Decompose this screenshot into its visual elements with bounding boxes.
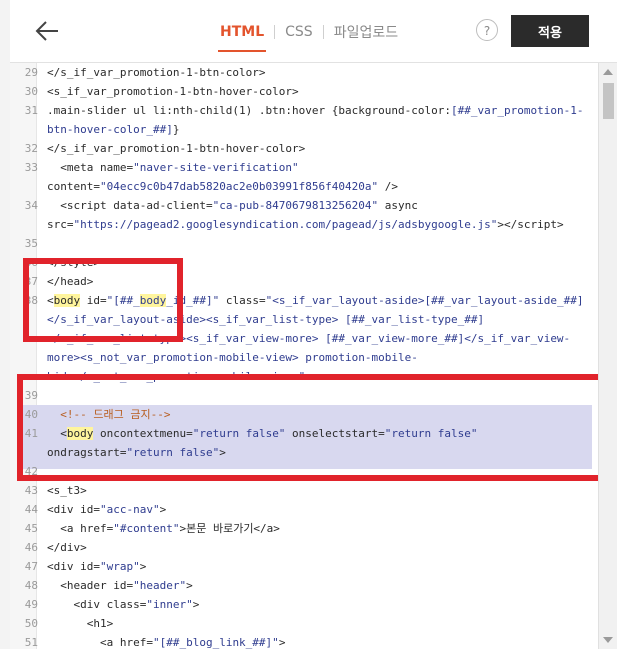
line-number: 33 bbox=[24, 161, 38, 174]
line-text: <s_if_var_promotion-1-btn-hover-color> bbox=[47, 85, 299, 98]
line-text: <meta name="naver-site-verification" bbox=[47, 161, 299, 174]
line-text: <header id="header"> bbox=[47, 579, 193, 592]
line-text: content="04ecc9c0b47dab5820ac2e0b03991f8… bbox=[47, 180, 399, 193]
line-text: src="https://pagead2.googlesyndication.c… bbox=[47, 218, 564, 231]
tab-css[interactable]: CSS bbox=[283, 24, 315, 40]
arrow-left-icon bbox=[35, 21, 58, 41]
line-number: 34 bbox=[24, 199, 38, 212]
line-text: <div id="acc-nav"> bbox=[47, 503, 167, 516]
back-button[interactable] bbox=[34, 18, 60, 44]
editor-header: HTML CSS 파일업로드 ? 적용 bbox=[10, 0, 617, 63]
line-number: 44 bbox=[24, 503, 38, 516]
editor-tabs: HTML CSS 파일업로드 bbox=[218, 20, 400, 52]
apply-button[interactable]: 적용 bbox=[511, 15, 589, 47]
line-number: 29 bbox=[24, 66, 38, 79]
line-number: 30 bbox=[24, 85, 38, 98]
line-number: 43 bbox=[24, 484, 38, 497]
tab-html[interactable]: HTML bbox=[218, 24, 267, 52]
scroll-down-icon[interactable] bbox=[603, 637, 613, 643]
line-text: <h1> bbox=[47, 617, 114, 630]
line-number: 50 bbox=[24, 617, 38, 630]
line-text: <s_t3> bbox=[47, 484, 87, 497]
line-text: <div id="wrap"> bbox=[47, 560, 147, 573]
line-text: </s_if_var_promotion-1-btn-hover-color> bbox=[47, 142, 306, 155]
line-number: 49 bbox=[24, 598, 38, 611]
line-text: <div class="inner"> bbox=[47, 598, 200, 611]
tab-divider bbox=[274, 25, 276, 39]
line-number: 46 bbox=[24, 541, 38, 554]
line-text: <a href="[##_blog_link_##]"> bbox=[47, 636, 286, 649]
line-text: btn-hover-color_##]} bbox=[47, 123, 180, 136]
scroll-thumb[interactable] bbox=[603, 83, 614, 119]
scroll-up-icon[interactable] bbox=[603, 69, 613, 75]
line-text: <script data-ad-client="ca-pub-847067981… bbox=[47, 199, 418, 212]
annotation-box-drag-block bbox=[17, 374, 610, 481]
line-number: 35 bbox=[24, 237, 38, 250]
line-text: </div> bbox=[47, 541, 87, 554]
line-text: more><s_not_var_promotion-mobile-view> p… bbox=[47, 351, 418, 364]
line-number: 31 bbox=[24, 104, 38, 117]
code-editor[interactable]: 29 </s_if_var_promotion-1-btn-color> 30 <s_… bbox=[10, 63, 617, 649]
line-number: 32 bbox=[24, 142, 38, 155]
line-number: 45 bbox=[24, 522, 38, 535]
vertical-scrollbar[interactable] bbox=[598, 63, 617, 649]
code-content[interactable]: 29 </s_if_var_promotion-1-btn-color> 30 <s_… bbox=[10, 63, 596, 649]
tab-file-upload[interactable]: 파일업로드 bbox=[332, 22, 400, 42]
line-number: 48 bbox=[24, 579, 38, 592]
line-text: .main-slider ul li:nth-child(1) .btn:hov… bbox=[47, 104, 584, 117]
annotation-box-body-tag bbox=[23, 258, 183, 342]
line-text: </s_if_var_promotion-1-btn-color> bbox=[47, 66, 266, 79]
line-text: <a href="#content">본문 바로가기</a> bbox=[47, 522, 280, 535]
line-number: 51 bbox=[24, 636, 38, 649]
tab-divider bbox=[322, 25, 324, 39]
help-button[interactable]: ? bbox=[476, 19, 498, 41]
line-number: 47 bbox=[24, 560, 38, 573]
